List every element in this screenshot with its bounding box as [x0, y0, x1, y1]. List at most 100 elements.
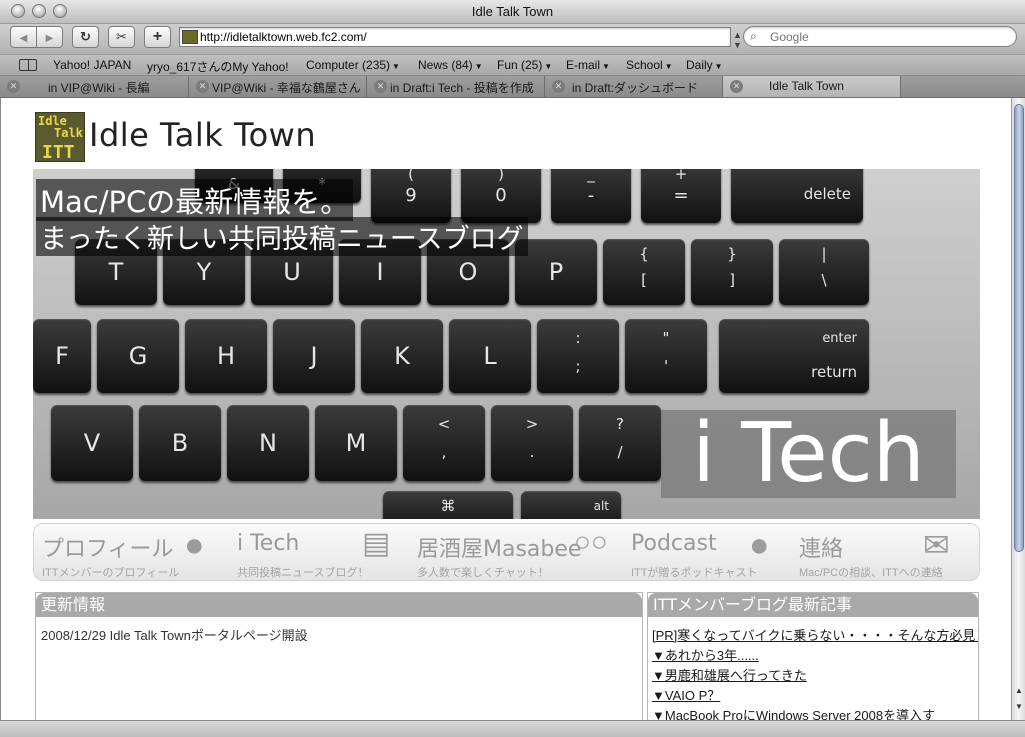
keyboard-key: L — [449, 319, 531, 393]
keyboard-key: V — [51, 405, 133, 481]
forward-icon: ▶ — [45, 33, 54, 44]
keyboard-key: ? / — [579, 405, 661, 481]
plus-icon: + — [152, 28, 163, 45]
envelope-icon: ✉ — [923, 527, 950, 563]
tab-idle-talk-town[interactable]: ✕ Idle Talk Town — [723, 76, 901, 97]
keyboard-key: alt — [521, 491, 621, 519]
add-bookmark-button[interactable]: + — [144, 26, 171, 48]
chevron-down-icon: ▼ — [392, 62, 400, 71]
blog-link[interactable]: ▼男鹿和雄展へ行ってきた — [652, 665, 978, 685]
blog-link[interactable]: ▼MacBook ProにWindows Server 2008を導入す — [652, 705, 978, 720]
window-title: Idle Talk Town — [471, 4, 554, 19]
nav-profile[interactable]: プロフィール ITTメンバーのプロフィール ● — [42, 524, 230, 582]
tab-close-icon[interactable]: ✕ — [7, 80, 20, 93]
vertical-scrollbar[interactable]: ▲ ▼ — [1011, 98, 1025, 720]
scroll-up-icon[interactable]: ▲ — [1014, 686, 1024, 695]
address-bar[interactable]: http://idletalktown.web.fc2.com/ — [179, 27, 731, 47]
keyboard-key: }] — [691, 239, 773, 305]
news-item: 2008/12/29 Idle Talk Townポータルページ開設 — [41, 628, 308, 643]
bookmark-folder-computer[interactable]: Computer (235) ▼ — [306, 58, 400, 72]
back-button[interactable]: ◀ — [10, 26, 37, 48]
itech-badge[interactable]: i Tech — [661, 410, 956, 498]
nav-izakaya-masabee[interactable]: 居酒屋Masabee 多人数で楽しくチャット！ ○○ — [417, 524, 622, 582]
hero-subtitle: まったく新しい共同投稿ニュースブログ — [36, 217, 528, 256]
search-field[interactable]: ⌕ — [743, 26, 1017, 47]
search-input[interactable] — [770, 29, 1010, 44]
keyboard-key: (9 — [371, 169, 451, 223]
tab-draft-itech-post[interactable]: ✕ in Draft:i Tech - 投稿を作成 — [367, 76, 545, 97]
chevron-down-icon: ▼ — [544, 62, 553, 71]
member-blogs-panel: ITTメンバーブログ最新記事 [PR]寒くなってバイクに乗らない・・・・そんな方… — [647, 592, 979, 720]
hero-banner: & * (9 )0 _- += delete T Y U I O P {[ }]… — [33, 169, 980, 519]
nav-itech[interactable]: i Tech 共同投稿ニュースブログ！ ▤ — [237, 524, 409, 582]
news-heading: 更新情報 — [36, 593, 642, 617]
favicon-icon — [182, 30, 198, 44]
keyboard-key: H — [185, 319, 267, 393]
url-text: http://idletalktown.web.fc2.com/ — [200, 30, 367, 44]
keyboard-key: >. — [491, 405, 573, 481]
bookmark-folder-fun[interactable]: Fun (25) ▼ — [497, 58, 552, 72]
main-nav: プロフィール ITTメンバーのプロフィール ● i Tech 共同投稿ニュースブ… — [33, 523, 980, 581]
keyboard-key: {[ — [603, 239, 685, 305]
keyboard-key: <, — [403, 405, 485, 481]
nav-podcast[interactable]: Podcast ITTが贈るポッドキャスト ● — [631, 524, 791, 582]
tab-draft-dashboard[interactable]: ✕ in Draft:ダッシュボード — [545, 76, 723, 97]
keyboard-key: :; — [537, 319, 619, 393]
keyboard-key: G — [97, 319, 179, 393]
tab-close-icon[interactable]: ✕ — [552, 80, 565, 93]
reload-icon: ↻ — [80, 29, 91, 44]
scroll-down-icon[interactable]: ▼ — [1014, 702, 1024, 711]
site-title[interactable]: Idle Talk Town — [89, 116, 316, 154]
tab-bar: ✕ in VIP@Wiki - 長編 ✕ VIP@Wiki - 幸福な鶴屋さん … — [0, 76, 1025, 98]
member-blogs-heading: ITTメンバーブログ最新記事 — [648, 593, 978, 617]
keyboard-key: N — [227, 405, 309, 481]
tab-close-icon[interactable]: ✕ — [374, 80, 387, 93]
blog-link[interactable]: [PR]寒くなってバイクに乗らない・・・・そんな方必見！ — [652, 625, 978, 645]
bookmark-folder-email[interactable]: E-mail ▼ — [566, 58, 610, 72]
back-icon: ◀ — [19, 33, 28, 44]
tab-close-icon[interactable]: ✕ — [196, 80, 209, 93]
scrollbar-thumb[interactable] — [1014, 104, 1024, 552]
status-bar — [0, 720, 1025, 737]
keyboard-key: M — [315, 405, 397, 481]
keyboard-key: enter return — [719, 319, 869, 393]
bookmark-folder-news[interactable]: News (84) ▼ — [418, 58, 483, 72]
chat-bubbles-icon: ○○ — [574, 526, 608, 557]
chevron-down-icon: ▼ — [602, 62, 610, 71]
news-panel: 更新情報 2008/12/29 Idle Talk Townポータルページ開設 — [35, 592, 643, 720]
bookmark-folder-school[interactable]: School ▼ — [626, 58, 673, 72]
bookmark-yahoo-japan[interactable]: Yahoo! JAPAN — [53, 58, 131, 72]
bookmark-folder-daily[interactable]: Daily ▼ — [686, 58, 723, 72]
member-blogs-list: [PR]寒くなってバイクに乗らない・・・・そんな方必見！ ▼あれから3年....… — [652, 625, 978, 720]
keyboard-key: B — [139, 405, 221, 481]
chevron-down-icon: ▼ — [664, 62, 673, 71]
tab-vipwiki-tsuruya[interactable]: ✕ VIP@Wiki - 幸福な鶴屋さん — [189, 76, 367, 97]
browser-window: Idle Talk Town ◀ ▶ ↻ ✂ + http://idletalk… — [0, 0, 1025, 737]
keyboard-key: F — [33, 319, 91, 393]
keyboard-key: _ - — [551, 169, 631, 223]
bookmarks-bar: Yahoo! JAPAN yryo_617さんのMy Yahoo! Comput… — [0, 54, 1025, 76]
site-logo[interactable]: Idle Talk ITT — [35, 112, 85, 162]
reload-button[interactable]: ↻ — [72, 26, 99, 48]
bookmark-my-yahoo[interactable]: yryo_617さんのMy Yahoo! — [147, 58, 289, 75]
chevron-down-icon: ▼ — [474, 62, 483, 71]
forward-button[interactable]: ▶ — [36, 26, 63, 48]
keyboard-key: J — [273, 319, 355, 393]
keyboard-key: K — [361, 319, 443, 393]
nav-contact[interactable]: 連絡 Mac/PCの相談、ITTへの連絡 ✉ — [799, 524, 975, 582]
keyboard-key: | \ — [779, 239, 869, 305]
search-icon: ⌕ — [750, 29, 757, 43]
keyboard-key: ) 0 — [461, 169, 541, 223]
blog-link[interactable]: ▼VAIO P？ — [652, 685, 978, 705]
tab-vipwiki-long[interactable]: ✕ in VIP@Wiki - 長編 — [0, 76, 189, 97]
hero-tagline: Mac/PCの最新情報を。 — [36, 179, 354, 221]
page-viewport: Idle Talk ITT Idle Talk Town & * (9 )0 _… — [0, 98, 1011, 720]
keyboard-key: delete — [731, 169, 863, 223]
headset-person-icon: ● — [749, 526, 770, 564]
person-icon: ● — [184, 526, 205, 564]
bookmarks-book-icon[interactable] — [19, 59, 37, 71]
url-dropdown-icon[interactable]: ▲ ▼ — [733, 30, 742, 50]
web-clip-button[interactable]: ✂ — [108, 26, 135, 48]
tab-close-icon[interactable]: ✕ — [730, 80, 743, 93]
blog-link[interactable]: ▼あれから3年...... — [652, 645, 978, 665]
